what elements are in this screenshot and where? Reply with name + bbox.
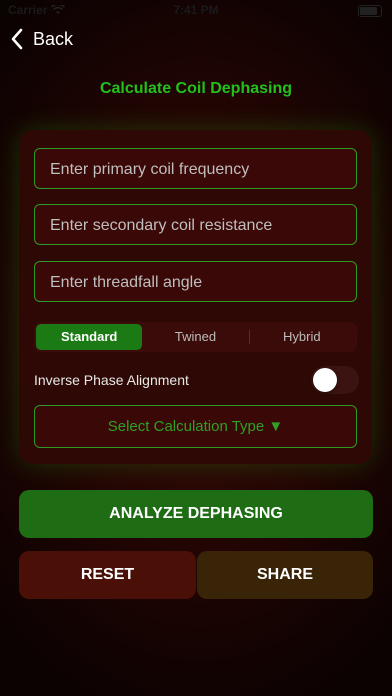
- app-screen: Carrier 7:41 PM Back Calculate Coil Deph…: [0, 0, 392, 696]
- analyze-dephasing-button[interactable]: ANALYZE DEPHASING: [19, 490, 373, 538]
- calculator-card: Enter primary coil frequency Enter secon…: [19, 130, 372, 464]
- back-label: Back: [33, 28, 74, 49]
- secondary-resistance-placeholder: Enter secondary coil resistance: [50, 217, 273, 234]
- status-bar: Carrier 7:41 PM: [0, 0, 392, 22]
- back-button[interactable]: Back: [10, 28, 73, 50]
- segment-standard[interactable]: Standard: [36, 324, 143, 350]
- inverse-phase-toggle[interactable]: [311, 366, 359, 394]
- inverse-phase-label: Inverse Phase Alignment: [34, 372, 189, 388]
- toggle-knob: [313, 368, 337, 392]
- primary-frequency-placeholder: Enter primary coil frequency: [50, 161, 250, 178]
- inverse-phase-row: Inverse Phase Alignment: [34, 366, 359, 394]
- segment-twined[interactable]: Twined: [142, 324, 248, 350]
- share-button[interactable]: SHARE: [197, 551, 373, 599]
- status-time: 7:41 PM: [173, 3, 219, 17]
- calculation-type-select[interactable]: Select Calculation Type ▼: [34, 405, 357, 448]
- chevron-left-icon: [11, 28, 23, 50]
- page-title: Calculate Coil Dephasing: [99, 80, 293, 97]
- reset-button[interactable]: RESET: [19, 551, 196, 599]
- battery-icon: [358, 5, 382, 17]
- threadfall-angle-input[interactable]: Enter threadfall angle: [34, 261, 357, 302]
- primary-frequency-input[interactable]: Enter primary coil frequency: [34, 148, 357, 189]
- threadfall-angle-placeholder: Enter threadfall angle: [50, 274, 203, 291]
- segment-hybrid[interactable]: Hybrid: [248, 324, 355, 350]
- mode-segmented-control: Standard Twined Hybrid: [34, 322, 357, 352]
- secondary-resistance-input[interactable]: Enter secondary coil resistance: [34, 204, 357, 245]
